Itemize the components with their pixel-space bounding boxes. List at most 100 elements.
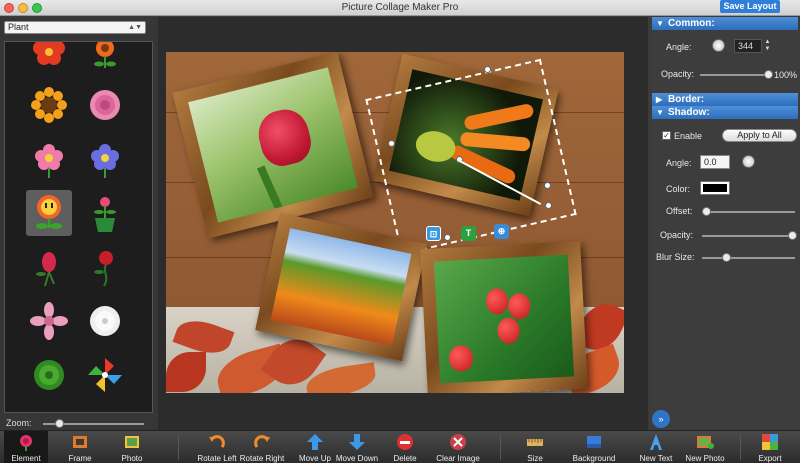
gallery-item-pink-rose[interactable] bbox=[82, 82, 128, 128]
bottom-toolbar: Element Frame Photo Rotate Left Rotate R… bbox=[0, 430, 800, 463]
delete-icon bbox=[397, 434, 413, 450]
photo-tool-label: Photo bbox=[121, 454, 143, 463]
rotate-right-button[interactable]: Rotate Right bbox=[240, 431, 284, 463]
shadow-opacity-label: Opacity: bbox=[660, 230, 694, 240]
shadow-enable-label: Enable bbox=[674, 131, 703, 141]
gallery-item-rosebud[interactable] bbox=[26, 244, 72, 290]
delete-button[interactable]: Delete bbox=[385, 431, 425, 463]
toolbar-separator bbox=[178, 435, 179, 460]
category-select-value: Plant bbox=[8, 22, 29, 32]
new-photo-button[interactable]: New Photo bbox=[685, 431, 725, 463]
shadow-angle-dial[interactable] bbox=[742, 155, 755, 168]
size-button[interactable]: Size bbox=[515, 431, 555, 463]
shadow-blur-label: Blur Size: bbox=[656, 252, 695, 262]
shadow-color-label: Color: bbox=[666, 184, 691, 194]
gallery-item-green-spiky-plant[interactable] bbox=[26, 352, 72, 398]
shadow-enable-checkbox[interactable]: ✓ bbox=[662, 131, 671, 140]
zoom-photo-icon[interactable]: ⊕ bbox=[494, 224, 509, 239]
collage-canvas[interactable]: ⊡ T ⊕ bbox=[166, 52, 624, 393]
gallery-item-orange-flower[interactable] bbox=[82, 42, 128, 74]
common-opacity-knob[interactable] bbox=[764, 70, 773, 79]
background-button[interactable]: Background bbox=[572, 431, 616, 463]
shadow-offset-knob[interactable] bbox=[702, 207, 711, 216]
move-down-button[interactable]: Move Down bbox=[336, 431, 378, 463]
angle-dial[interactable] bbox=[712, 39, 725, 52]
clear-image-icon bbox=[450, 434, 466, 450]
shadow-color-swatch bbox=[703, 184, 727, 192]
canvas-area: ⊡ T ⊕ bbox=[158, 17, 648, 430]
gallery-item-blue-flower[interactable] bbox=[82, 136, 128, 182]
gallery-item-dandelion[interactable] bbox=[82, 298, 128, 344]
shadow-opacity-slider[interactable] bbox=[702, 235, 795, 237]
shadow-color-well[interactable] bbox=[700, 181, 730, 195]
new-photo-label: New Photo bbox=[685, 454, 725, 463]
resize-handle[interactable] bbox=[388, 140, 395, 147]
element-library-panel: Plant ▲▼ Zoom: bbox=[0, 17, 158, 430]
shadow-opacity-knob[interactable] bbox=[788, 231, 797, 240]
rotate-right-icon bbox=[254, 435, 270, 448]
shadow-angle-input[interactable]: 0.0 bbox=[700, 155, 730, 169]
background-icon bbox=[587, 436, 601, 448]
crop-icon[interactable]: ⊡ bbox=[426, 226, 441, 241]
resize-handle[interactable] bbox=[444, 234, 451, 241]
shadow-offset-slider[interactable] bbox=[702, 211, 795, 213]
border-section-header[interactable]: ▶ Border: bbox=[652, 93, 798, 106]
gallery-item-red-flower[interactable] bbox=[26, 42, 72, 74]
shadow-offset-label: Offset: bbox=[666, 206, 693, 216]
gallery-item-pink-blossom[interactable] bbox=[26, 298, 72, 344]
save-layout-button[interactable]: Save Layout bbox=[720, 0, 780, 13]
select-arrows-icon: ▲▼ bbox=[128, 24, 142, 31]
gallery-item-potted-flower[interactable] bbox=[82, 190, 128, 236]
frame-tool-label: Frame bbox=[68, 454, 92, 463]
resize-handle[interactable] bbox=[484, 66, 491, 73]
size-icon bbox=[527, 439, 543, 446]
resize-handle[interactable] bbox=[544, 182, 551, 189]
gallery-item-pinwheel-flower[interactable] bbox=[82, 352, 128, 398]
frame-tool-button[interactable]: Frame bbox=[60, 431, 100, 463]
arrow-up-icon bbox=[307, 434, 323, 450]
text-edit-icon[interactable]: T bbox=[461, 226, 476, 241]
window-title: Picture Collage Maker Pro bbox=[341, 2, 459, 13]
photo-frame-berries[interactable] bbox=[420, 240, 588, 393]
gallery-item-red-rose-sketch[interactable] bbox=[82, 244, 128, 290]
element-gallery bbox=[4, 41, 153, 413]
zoom-label: Zoom: bbox=[6, 418, 32, 428]
common-angle-input[interactable]: 344 bbox=[734, 39, 762, 53]
title-bar: Picture Collage Maker Pro Save Layout bbox=[0, 0, 800, 16]
toolbar-separator bbox=[500, 435, 501, 460]
rose-icon bbox=[20, 435, 32, 451]
berries-photo bbox=[433, 254, 575, 384]
clear-image-button[interactable]: Clear Image bbox=[436, 431, 480, 463]
photo-icon bbox=[125, 436, 139, 448]
apply-to-all-button[interactable]: Apply to All bbox=[722, 129, 797, 142]
shadow-section-header[interactable]: ▼ Shadow: bbox=[652, 106, 798, 119]
size-label: Size bbox=[527, 454, 543, 463]
background-label: Background bbox=[572, 454, 616, 463]
shadow-blur-knob[interactable] bbox=[722, 253, 731, 262]
frame-icon bbox=[73, 436, 87, 448]
new-photo-icon bbox=[697, 436, 714, 449]
export-button[interactable]: Export bbox=[750, 431, 790, 463]
new-text-button[interactable]: New Text bbox=[636, 431, 676, 463]
element-tool-button[interactable]: Element bbox=[4, 431, 48, 463]
photo-tool-button[interactable]: Photo bbox=[112, 431, 152, 463]
common-section-header[interactable]: ▼ Common: bbox=[652, 17, 798, 30]
common-opacity-slider[interactable] bbox=[700, 74, 770, 76]
shadow-blur-slider[interactable] bbox=[702, 257, 795, 259]
panel-scroll-button[interactable]: » bbox=[652, 410, 670, 428]
app-window: Picture Collage Maker Pro Save Layout Pl… bbox=[0, 0, 800, 463]
gallery-item-pink-flower[interactable] bbox=[26, 136, 72, 182]
arrow-down-icon bbox=[349, 434, 365, 450]
rotation-handle[interactable] bbox=[545, 202, 552, 209]
category-select[interactable]: Plant ▲▼ bbox=[4, 21, 146, 34]
properties-panel: ▼ Common: Angle: 344 ▲ ▼ Opacity: 100% ▶ Bo… bbox=[650, 17, 800, 430]
collapse-arrow-icon: ▼ bbox=[656, 19, 664, 28]
export-label: Export bbox=[758, 454, 782, 463]
border-section-title: Border: bbox=[668, 94, 705, 105]
gallery-item-sunflower[interactable] bbox=[26, 82, 72, 128]
gallery-item-fire-flower[interactable] bbox=[26, 190, 72, 236]
common-opacity-value: 100% bbox=[774, 70, 798, 80]
meadow-photo bbox=[270, 228, 412, 346]
angle-stepper[interactable]: ▲ ▼ bbox=[763, 39, 772, 53]
zoom-slider-knob[interactable] bbox=[55, 419, 64, 428]
